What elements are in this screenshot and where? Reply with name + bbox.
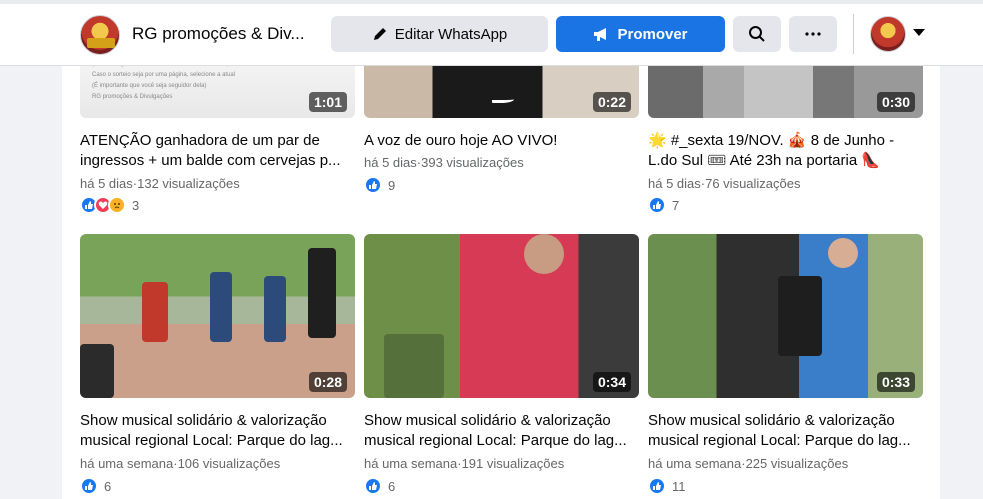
promote-button[interactable]: Promover <box>556 16 725 52</box>
edit-whatsapp-button[interactable]: Editar WhatsApp <box>331 16 548 52</box>
more-options-button[interactable] <box>789 16 837 52</box>
speaker-figure <box>80 344 114 398</box>
reaction-count: 9 <box>388 177 396 193</box>
pencil-icon <box>373 28 386 40</box>
video-views: 132 visualizações <box>137 176 240 191</box>
performer-figure <box>142 282 168 342</box>
speaker-figure <box>308 248 336 338</box>
video-reactions[interactable]: 3 <box>80 196 139 214</box>
video-views: 76 visualizações <box>705 176 801 191</box>
page-header: RG promoções & Div... Editar WhatsApp Pr… <box>0 0 983 66</box>
video-reactions[interactable]: 7 <box>648 196 679 214</box>
video-views: 225 visualizações <box>745 456 849 471</box>
video-duration: 1:01 <box>308 92 347 112</box>
video-thumbnail[interactable]: 0:34 <box>364 234 639 398</box>
video-meta: há uma semana·106 visualizações <box>80 456 280 471</box>
video-reactions[interactable]: 11 <box>648 477 686 495</box>
video-date: há 5 dias <box>648 176 701 191</box>
video-date: há uma semana <box>364 456 458 471</box>
reaction-count: 7 <box>672 197 680 213</box>
video-title[interactable]: Show musical solidário & valorização mus… <box>648 411 924 451</box>
like-icon <box>364 477 382 495</box>
sad-icon <box>108 196 126 214</box>
video-duration: 0:34 <box>592 372 631 392</box>
video-duration: 0:30 <box>876 92 915 112</box>
performer-figure <box>264 276 286 342</box>
search-icon <box>749 26 765 42</box>
top-bar <box>0 0 983 4</box>
video-date: há 5 dias <box>364 155 417 170</box>
video-date: há uma semana <box>648 456 742 471</box>
video-title[interactable]: ATENÇÃO ganhadora de um par de ingressos… <box>80 131 356 171</box>
video-views: 106 visualizações <box>177 456 281 471</box>
like-icon <box>80 477 98 495</box>
page-name[interactable]: RG promoções & Div... <box>132 24 305 44</box>
performer-head <box>524 234 564 274</box>
video-date: há 5 dias <box>80 176 133 191</box>
thumbnail-text-line: RG promoções & Divulgações <box>92 94 173 100</box>
grass-area <box>384 334 444 398</box>
like-icon <box>648 477 666 495</box>
video-views: 393 visualizações <box>421 155 524 170</box>
video-reactions[interactable]: 9 <box>364 176 395 194</box>
video-meta: há 5 dias·393 visualizações <box>364 155 524 170</box>
reaction-count: 6 <box>104 478 112 494</box>
more-icon <box>805 32 821 36</box>
video-title[interactable]: A voz de ouro hoje AO VIVO! <box>364 131 640 151</box>
video-meta: há 5 dias·132 visualizações <box>80 176 240 191</box>
video-title[interactable]: Show musical solidário & valorização mus… <box>80 411 356 451</box>
video-duration: 0:33 <box>876 372 915 392</box>
chevron-down-icon[interactable] <box>913 29 925 36</box>
video-date: há uma semana <box>80 456 174 471</box>
performer-head <box>828 238 858 268</box>
video-thumbnail[interactable]: 0:28 <box>80 234 355 398</box>
video-meta: há uma semana·191 visualizações <box>364 456 564 471</box>
video-title[interactable]: 🌟 #_sexta 19/NOV. 🎪 8 de Junho - L.do Su… <box>648 131 924 171</box>
accordion-figure <box>778 276 822 356</box>
reaction-count: 3 <box>132 197 140 213</box>
page-avatar[interactable] <box>80 15 120 55</box>
video-duration: 0:22 <box>592 92 631 112</box>
thumbnail-text-line: Caso o sorteio seja por uma página, sele… <box>92 72 236 78</box>
edit-whatsapp-label: Editar WhatsApp <box>394 25 508 43</box>
video-views: 191 visualizações <box>461 456 565 471</box>
performer-figure <box>210 272 232 342</box>
thumbnail-text-line: (É importante que você seja seguidor del… <box>92 83 207 89</box>
like-icon <box>364 176 382 194</box>
video-reactions[interactable]: 6 <box>364 477 395 495</box>
shirt-logo <box>492 97 514 103</box>
reaction-count: 11 <box>672 478 686 494</box>
search-button[interactable] <box>733 16 781 52</box>
video-meta: há uma semana·225 visualizações <box>648 456 848 471</box>
video-reactions[interactable]: 6 <box>80 477 111 495</box>
promote-label: Promover <box>617 25 688 43</box>
megaphone-icon <box>594 28 607 41</box>
video-thumbnail[interactable]: 0:33 <box>648 234 923 398</box>
video-duration: 0:28 <box>308 372 347 392</box>
like-icon <box>648 196 666 214</box>
video-meta: há 5 dias·76 visualizações <box>648 176 801 191</box>
video-title[interactable]: Show musical solidário & valorização mus… <box>364 411 640 451</box>
header-divider <box>853 14 854 54</box>
profile-avatar[interactable] <box>870 16 906 52</box>
reaction-count: 6 <box>388 478 396 494</box>
